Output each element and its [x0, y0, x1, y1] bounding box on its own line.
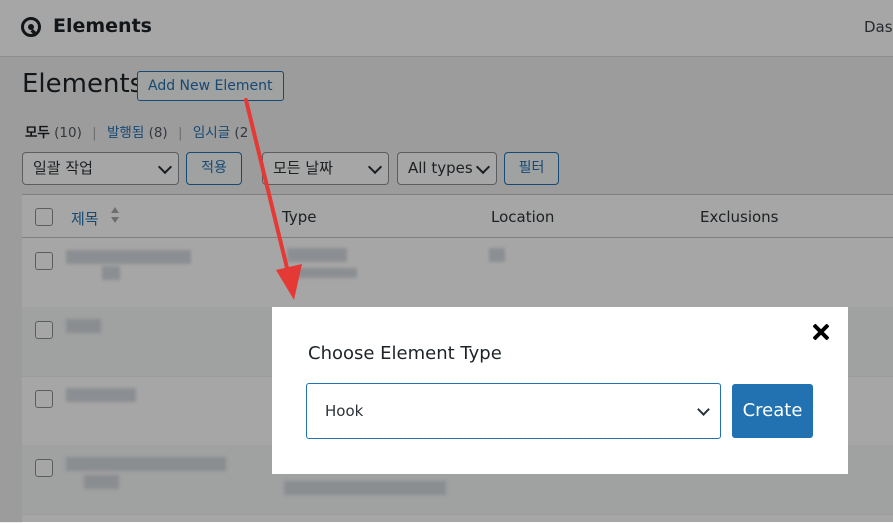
element-type-value: Hook: [325, 402, 364, 420]
choose-element-type-dialog: Choose Element Type Hook Create: [272, 307, 848, 474]
element-type-select[interactable]: Hook: [306, 383, 721, 439]
close-icon[interactable]: [810, 321, 832, 343]
chevron-down-icon: [697, 403, 710, 416]
dialog-title: Choose Element Type: [308, 343, 502, 364]
create-button[interactable]: Create: [732, 384, 813, 438]
